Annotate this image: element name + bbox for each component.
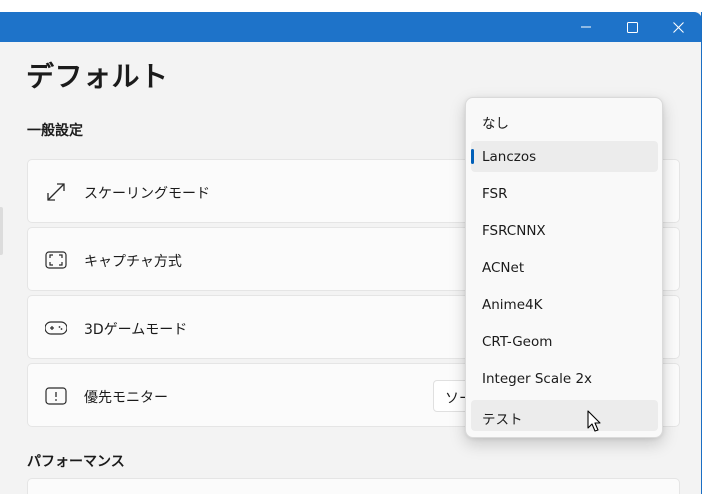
close-icon [672, 21, 684, 33]
title-bar [0, 12, 701, 42]
dropdown-item-label: テスト [482, 412, 523, 428]
gamepad-icon [44, 316, 68, 340]
setting-card-performance[interactable] [27, 478, 680, 494]
section-title-performance: パフォーマンス [27, 454, 125, 470]
dropdown-item-anime4k[interactable]: Anime4K [471, 289, 658, 320]
dropdown-item-test[interactable]: テスト [471, 400, 658, 431]
scaling-mode-dropdown: なし Lanczos FSR FSRCNNX ACNet Anime4K CRT… [465, 97, 663, 438]
maximize-icon [626, 21, 638, 33]
selection-indicator [471, 149, 474, 164]
capture-frame-icon [44, 248, 68, 272]
mouse-pointer-icon [587, 410, 601, 432]
setting-label-3d-game: 3Dゲームモード [84, 322, 188, 338]
side-handle [0, 207, 3, 255]
dropdown-item-label: Lanczos [482, 149, 537, 165]
dropdown-item-integer-scale[interactable]: Integer Scale 2x [471, 363, 658, 394]
dropdown-item-label: Integer Scale 2x [482, 371, 593, 387]
dropdown-item-acnet[interactable]: ACNet [471, 252, 658, 283]
dropdown-item-label: CRT-Geom [482, 334, 553, 350]
close-button[interactable] [655, 12, 701, 42]
section-title-general: 一般設定 [27, 123, 83, 139]
dropdown-item-none[interactable]: なし [471, 104, 658, 135]
dropdown-item-label: FSR [482, 186, 508, 202]
dropdown-item-crt-geom[interactable]: CRT-Geom [471, 326, 658, 357]
setting-label-capture: キャプチャ方式 [84, 254, 182, 270]
dropdown-item-lanczos[interactable]: Lanczos [471, 141, 658, 172]
dropdown-item-fsr[interactable]: FSR [471, 178, 658, 209]
dropdown-item-label: なし [482, 116, 509, 132]
maximize-button[interactable] [609, 12, 655, 42]
setting-label-scaling: スケーリングモード [84, 186, 210, 202]
dropdown-item-fsrcnnx[interactable]: FSRCNNX [471, 215, 658, 246]
resize-arrows-icon [44, 180, 68, 204]
setting-label-monitor: 優先モニター [84, 390, 168, 406]
minimize-button[interactable] [563, 12, 609, 42]
page-title: デフォルト [26, 60, 169, 93]
dropdown-item-label: Anime4K [482, 297, 543, 313]
dropdown-item-label: FSRCNNX [482, 223, 546, 239]
minimize-icon [581, 26, 591, 28]
dropdown-item-label: ACNet [482, 260, 525, 276]
monitor-icon [44, 384, 68, 408]
